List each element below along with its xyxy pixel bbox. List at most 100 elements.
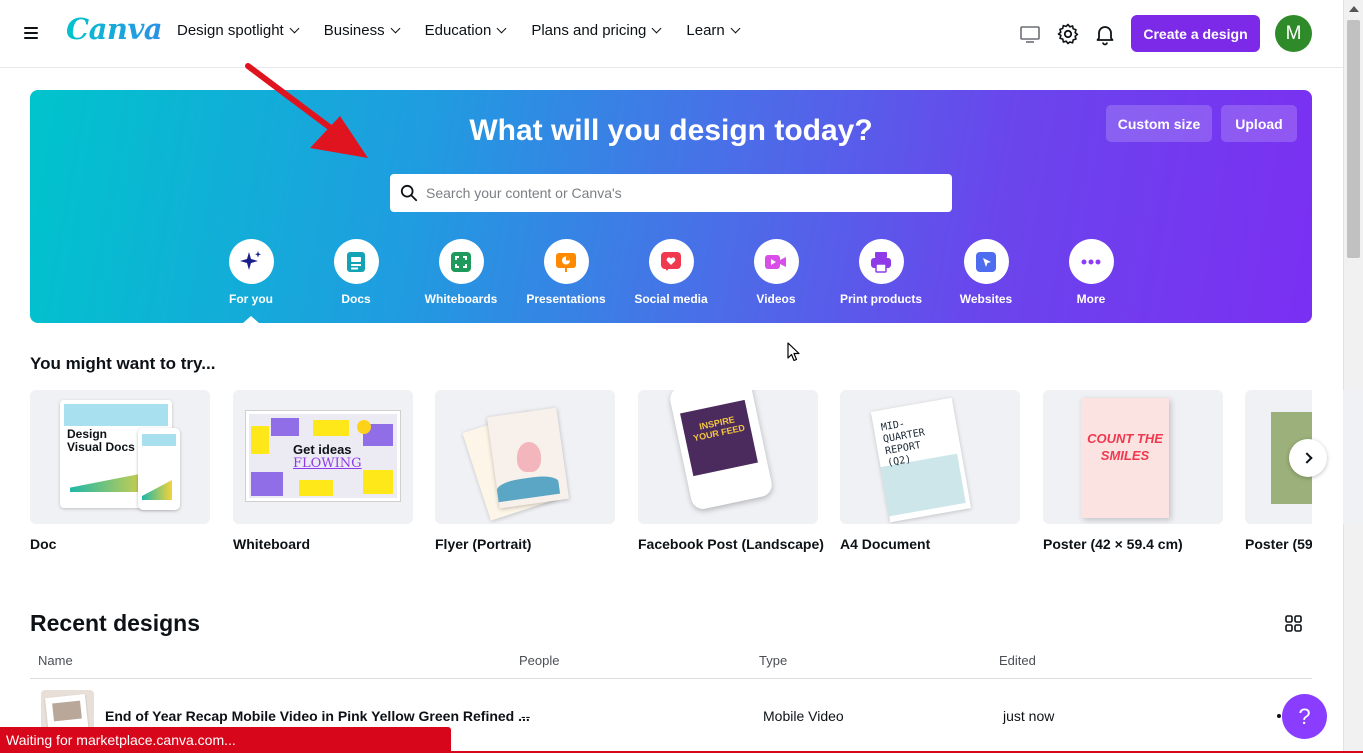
flyer-thumbnail <box>435 390 615 524</box>
category-social-media[interactable]: Social media <box>626 239 716 306</box>
design-name[interactable]: End of Year Recap Mobile Video in Pink Y… <box>105 708 530 724</box>
nav-plans-pricing[interactable]: Plans and pricing <box>531 22 662 39</box>
category-label: Presentations <box>526 292 606 306</box>
design-type: Mobile Video <box>763 708 844 724</box>
hero-banner: What will you design today? Custom size … <box>30 90 1312 323</box>
main-nav: Design spotlight Business Education Plan… <box>177 22 765 39</box>
tile-label: Whiteboard <box>233 536 310 552</box>
page-scrollbar[interactable] <box>1343 0 1363 753</box>
search-icon <box>400 184 418 202</box>
more-options-icon[interactable] <box>1277 714 1281 718</box>
cursor-icon <box>976 251 996 272</box>
category-label: For you <box>229 292 273 306</box>
column-header-people: People <box>519 653 560 668</box>
doc-thumbnail: Design Visual Docs <box>30 390 210 524</box>
help-button[interactable]: ? <box>1282 694 1327 739</box>
grid-view-icon[interactable] <box>1285 615 1302 632</box>
category-circle <box>648 239 694 284</box>
poster-thumb-text: COUNT THE SMILES <box>1087 431 1163 463</box>
desktop-app-icon[interactable] <box>1018 22 1042 46</box>
create-design-button[interactable]: Create a design <box>1131 15 1260 52</box>
whiteboard-icon <box>451 251 471 272</box>
template-facebook-post[interactable]: INSPIRE YOUR FEED Facebook Post (Landsca… <box>638 390 824 552</box>
nav-label: Business <box>323 22 385 39</box>
selected-category-pointer <box>243 316 259 323</box>
column-header-name[interactable]: Name <box>38 653 73 668</box>
menu-icon[interactable] <box>24 24 44 44</box>
nav-design-spotlight[interactable]: Design spotlight <box>177 22 300 39</box>
category-docs[interactable]: Docs <box>311 239 401 306</box>
nav-education[interactable]: Education <box>424 22 507 39</box>
template-flyer-portrait[interactable]: Flyer (Portrait) <box>435 390 615 552</box>
column-header-edited[interactable]: Edited <box>999 653 1036 668</box>
design-people: -- <box>521 708 531 724</box>
carousel-next-button[interactable] <box>1289 439 1327 477</box>
category-presentations[interactable]: Presentations <box>521 239 611 306</box>
custom-size-button[interactable]: Custom size <box>1106 105 1212 142</box>
search-input[interactable] <box>426 174 936 212</box>
try-section-title: You might want to try... <box>30 354 216 373</box>
browser-status-bar: Waiting for marketplace.canva.com... <box>0 727 451 753</box>
chevron-down-icon <box>730 23 741 34</box>
category-circle <box>1068 239 1114 284</box>
tile-label: Flyer (Portrait) <box>435 536 532 552</box>
category-label: Docs <box>341 292 371 306</box>
a4-thumb-text: MID-QUARTER REPORT (Q2) <box>880 418 926 469</box>
chevron-down-icon <box>390 23 401 34</box>
category-for-you[interactable]: For you <box>206 239 296 306</box>
recent-designs-title: Recent designs <box>30 610 200 636</box>
scroll-thumb[interactable] <box>1347 20 1360 258</box>
category-label: Whiteboards <box>424 292 498 306</box>
category-label: Social media <box>634 292 708 306</box>
table-divider <box>30 678 1312 679</box>
template-a4-document[interactable]: MID-QUARTER REPORT (Q2) A4 Document <box>840 390 1020 552</box>
more-icon <box>1081 259 1101 264</box>
top-header: Canva Design spotlight Business Educatio… <box>0 0 1343 68</box>
template-whiteboard[interactable]: Get ideas FLOWING Whiteboard <box>233 390 413 552</box>
sparkle-icon <box>240 250 261 270</box>
column-header-type: Type <box>759 653 788 668</box>
category-websites[interactable]: Websites <box>941 239 1031 306</box>
scroll-up-icon[interactable] <box>1349 6 1359 12</box>
sun-sticker <box>357 420 371 434</box>
category-circle <box>753 239 799 284</box>
whiteboard-thumb-text2: FLOWING <box>293 456 362 471</box>
category-label: Print products <box>839 292 922 306</box>
category-label: Websites <box>959 292 1013 306</box>
nav-label: Learn <box>686 22 725 39</box>
canva-logo[interactable]: Canva <box>66 12 163 46</box>
tile-label: Poster (42 × 59.4 cm) <box>1043 536 1183 552</box>
presentation-icon <box>556 252 576 272</box>
tile-label: Doc <box>30 536 57 552</box>
nav-label: Plans and pricing <box>531 22 647 39</box>
tile-label: A4 Document <box>840 536 931 552</box>
category-more[interactable]: More <box>1046 239 1136 306</box>
category-circle <box>228 239 274 284</box>
template-doc[interactable]: Design Visual Docs Doc <box>30 390 210 552</box>
chevron-down-icon <box>496 23 507 34</box>
nav-label: Education <box>424 22 492 39</box>
bell-icon[interactable] <box>1093 22 1117 46</box>
category-circle <box>963 239 1009 284</box>
poster-thumbnail: COUNT THE SMILES <box>1043 390 1223 524</box>
category-videos[interactable]: Videos <box>731 239 821 306</box>
video-icon <box>765 254 786 269</box>
gear-icon[interactable] <box>1056 22 1080 46</box>
category-print-products[interactable]: Print products <box>836 239 926 306</box>
category-circle <box>438 239 484 284</box>
nav-label: Design spotlight <box>177 22 284 39</box>
nav-business[interactable]: Business <box>323 22 401 39</box>
category-circle <box>858 239 904 284</box>
facebook-post-thumbnail: INSPIRE YOUR FEED <box>638 390 818 524</box>
category-whiteboards[interactable]: Whiteboards <box>416 239 506 306</box>
doc-thumb-title: Design Visual Docs <box>67 427 135 454</box>
chevron-right-icon <box>1300 452 1313 464</box>
category-circle <box>543 239 589 284</box>
mouse-pointer-icon <box>787 342 800 362</box>
nav-learn[interactable]: Learn <box>686 22 741 39</box>
avatar[interactable]: M <box>1275 15 1312 52</box>
upload-button[interactable]: Upload <box>1221 105 1297 142</box>
a4-thumbnail: MID-QUARTER REPORT (Q2) <box>840 390 1020 524</box>
whiteboard-thumbnail: Get ideas FLOWING <box>233 390 413 524</box>
template-poster-42[interactable]: COUNT THE SMILES Poster (42 × 59.4 cm) <box>1043 390 1223 552</box>
